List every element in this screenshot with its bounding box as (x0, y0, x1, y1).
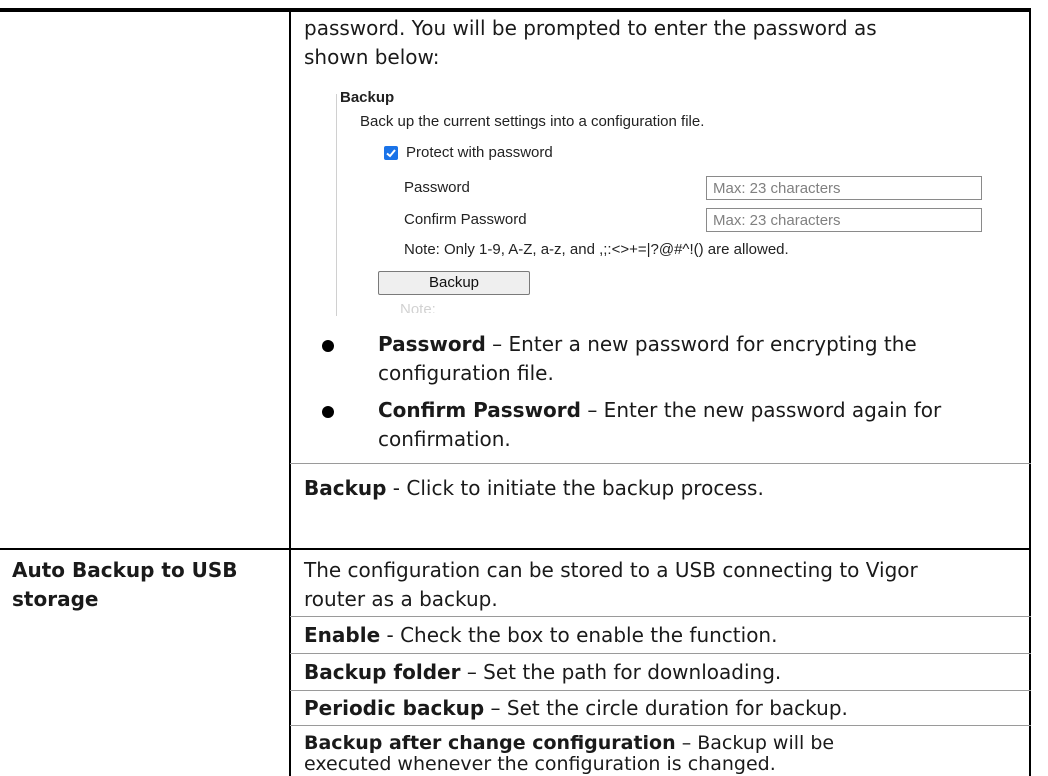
bullet-password-line1: Password – Enter a new password for encr… (378, 330, 917, 359)
bullet-confirm-line1: Confirm Password – Enter the new passwor… (378, 396, 941, 425)
password-input[interactable] (707, 177, 981, 199)
auto-backup-label-line1: Auto Backup to USB (12, 558, 238, 582)
backup-button[interactable]: Backup (378, 271, 530, 295)
bullet-password-desc: – Enter a new password for encrypting th… (485, 332, 917, 356)
table-top-border (0, 8, 1030, 12)
password-field[interactable] (706, 176, 982, 200)
backup-settings-screenshot: Backup Back up the current settings into… (336, 88, 1026, 326)
auto-backup-label-line2: storage (12, 587, 99, 611)
backup-desc: - Click to initiate the backup process. (386, 476, 764, 500)
table-right-border (1029, 8, 1031, 776)
backup-folder-term: Backup folder (304, 660, 461, 684)
screenshot-frame-line (336, 94, 337, 316)
auto-backup-intro-line2: router as a backup. (304, 587, 498, 611)
backup-after-change-desc: – Backup will be (675, 732, 835, 754)
intro-line-1: password. You will be prompted to enter … (304, 16, 877, 40)
periodic-backup-row: Periodic backup – Set the circle duratio… (304, 694, 848, 723)
row-separator (290, 725, 1031, 726)
auto-backup-intro-line1: The configuration can be stored to a USB… (304, 558, 918, 582)
row-separator (290, 463, 1031, 464)
row-separator (290, 690, 1031, 691)
backup-after-change-line2: executed whenever the configuration is c… (304, 753, 776, 775)
bullet-confirm-desc: – Enter the new password again for (580, 398, 942, 422)
bullet-icon (322, 406, 334, 418)
bullet-password-line2: configuration file. (378, 361, 554, 385)
backup-row-text: Backup - Click to initiate the backup pr… (304, 474, 764, 503)
backup-after-change-term: Backup after change configuration (304, 732, 676, 754)
intro-line-2: shown below: (304, 45, 440, 69)
confirm-password-field[interactable] (706, 208, 982, 232)
bullet-confirm-line2: confirmation. (378, 427, 511, 451)
backup-folder-row: Backup folder – Set the path for downloa… (304, 658, 781, 687)
table-row-border (0, 548, 1031, 550)
backup-term: Backup (304, 476, 387, 500)
bullet-confirm-term: Confirm Password (378, 398, 581, 422)
protect-with-password-checkbox[interactable] (384, 146, 398, 160)
faded-note-label: Note: (400, 301, 436, 313)
enable-row: Enable - Check the box to enable the fun… (304, 621, 777, 650)
backup-section-title: Backup (340, 89, 395, 106)
bullet-icon (322, 340, 334, 352)
enable-term: Enable (304, 623, 381, 647)
confirm-password-label: Confirm Password (404, 211, 527, 228)
enable-desc: - Check the box to enable the function. (380, 623, 778, 647)
backup-description: Back up the current settings into a conf… (360, 113, 705, 130)
checkmark-icon (386, 149, 396, 158)
row-separator (290, 616, 1031, 617)
table-column-divider (289, 8, 291, 776)
row-separator (290, 653, 1031, 654)
protect-with-password-label: Protect with password (406, 144, 553, 161)
confirm-password-input[interactable] (707, 209, 981, 231)
allowed-characters-note: Note: Only 1-9, A-Z, a-z, and ,;:<>+=|?@… (404, 241, 789, 258)
periodic-backup-term: Periodic backup (304, 696, 485, 720)
bullet-password-term: Password (378, 332, 486, 356)
password-label: Password (404, 179, 470, 196)
periodic-backup-desc: – Set the circle duration for backup. (484, 696, 848, 720)
backup-folder-desc: – Set the path for downloading. (460, 660, 782, 684)
